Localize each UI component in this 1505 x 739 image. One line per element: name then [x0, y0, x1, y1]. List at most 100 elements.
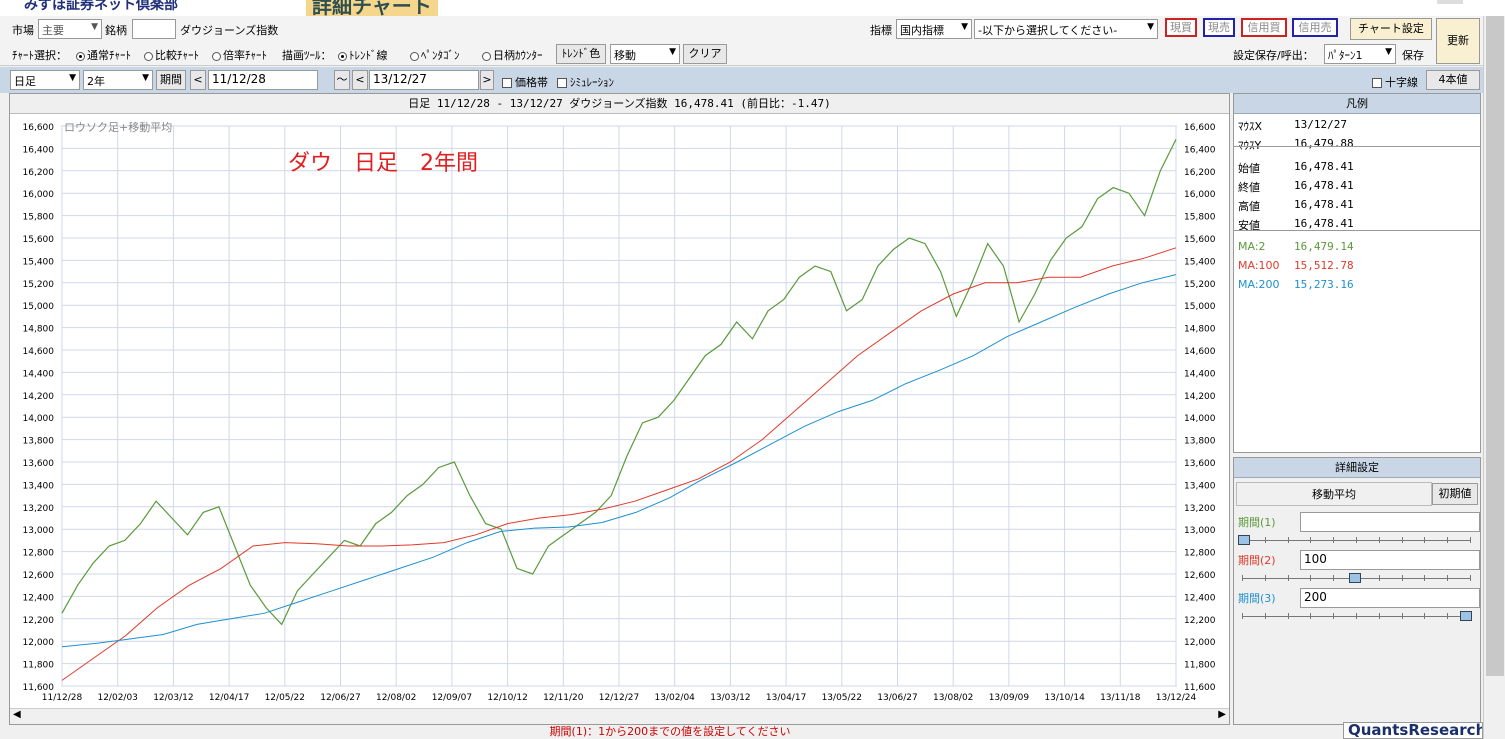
interval-select[interactable]: 日足 ▼ — [10, 70, 80, 90]
y-tick-label-right: 15,000 — [1184, 302, 1216, 312]
x-tick-label: 12/03/12 — [153, 693, 193, 703]
spot-buy-button[interactable]: 現買 — [1165, 18, 1197, 37]
trend-color-button[interactable]: ﾄﾚﾝﾄﾞ色 — [556, 44, 606, 64]
slider-tick — [1401, 575, 1403, 581]
y-tick-label: 16,600 — [23, 123, 55, 133]
chart-type-ratio[interactable]: 倍率ﾁｬｰﾄ — [212, 47, 267, 63]
refresh-button[interactable]: 更新 — [1436, 18, 1480, 64]
slider-tick — [1287, 613, 1289, 619]
slider-thumb[interactable] — [1460, 611, 1472, 621]
slider-tick — [1264, 575, 1266, 581]
settings-panel: 詳細設定 移動平均 初期値 期間(1) 期間(2) 100 期間(3) 200 — [1233, 457, 1481, 725]
y-tick-label: 15,400 — [23, 257, 55, 267]
period-input[interactable] — [1300, 512, 1480, 532]
legend-ma-value: 15,512.78 — [1294, 259, 1354, 272]
clear-button[interactable]: クリア — [683, 44, 727, 64]
scroll-right-icon[interactable]: ▶ — [1218, 709, 1226, 720]
period-input[interactable]: 100 — [1300, 550, 1480, 570]
slider-tick — [1333, 537, 1335, 543]
move-select[interactable]: 移動 ▼ — [610, 44, 680, 64]
slider-thumb[interactable] — [1238, 535, 1250, 545]
settings-title: 詳細設定 — [1234, 458, 1480, 478]
chart-select-label: ﾁｬｰﾄ選択： — [12, 49, 67, 62]
y-tick-label: 15,800 — [23, 213, 55, 223]
y-tick-label-right: 12,000 — [1184, 638, 1216, 648]
brand-logo: みずほ証券ネット倶楽部 — [24, 0, 178, 13]
x-tick-label: 12/05/22 — [265, 693, 305, 703]
y-tick-label-right: 14,800 — [1184, 325, 1216, 335]
chart-canvas[interactable]: 16,600 16,400 16,200 16,000 15,800 15,600 15,4… — [10, 114, 1229, 708]
margin-buy-button[interactable]: 信用買 — [1241, 18, 1287, 37]
radio-icon — [212, 51, 221, 61]
indicator-label: 指標 — [870, 24, 892, 37]
legend-row-value: 16,478.41 — [1294, 160, 1354, 173]
ma-tab[interactable]: 移動平均 — [1236, 482, 1432, 506]
vertical-scrollbar[interactable] — [1483, 16, 1505, 739]
slider-tick — [1356, 537, 1357, 543]
chart-type-normal[interactable]: 通常ﾁｬｰﾄ — [76, 47, 131, 63]
reset-button[interactable]: 初期値 — [1432, 483, 1478, 505]
end-date-input[interactable]: 13/12/27 — [369, 70, 479, 90]
horizontal-scrollbar[interactable]: ◀ ▶ — [10, 708, 1229, 724]
draw-tool-counter[interactable]: 日柄ｶｳﾝﾀｰ — [482, 47, 543, 63]
chart-grid — [61, 125, 1177, 687]
legend-row-value: 16,478.41 — [1294, 179, 1354, 192]
chart-settings-button[interactable]: チャート設定 — [1350, 18, 1432, 40]
end-next-button[interactable]: > — [480, 70, 494, 90]
radio-icon — [144, 51, 153, 61]
y-tick-label-right: 14,000 — [1184, 414, 1216, 424]
checkbox-icon — [502, 78, 512, 88]
legend-ma-value: 15,273.16 — [1294, 278, 1354, 291]
crosshair-checkbox[interactable]: 十字線 — [1372, 74, 1418, 90]
slider-tick — [1470, 537, 1471, 543]
y-tick-label-right: 13,200 — [1184, 504, 1216, 514]
save-button[interactable]: 保存 — [1402, 47, 1424, 63]
spot-sell-button[interactable]: 現売 — [1203, 18, 1235, 37]
radio-icon — [482, 51, 491, 61]
y-tick-label-right: 12,400 — [1184, 593, 1216, 603]
y-tick-label-right: 13,600 — [1184, 459, 1216, 469]
period-input[interactable]: 200 — [1300, 588, 1480, 608]
draw-tool-pentagon[interactable]: ﾍﾟﾝﾀｺﾞﾝ — [410, 47, 460, 63]
y-tick-label: 12,400 — [23, 593, 55, 603]
period-label: 期間(1) — [1238, 516, 1276, 529]
y-tick-label: 13,800 — [23, 437, 55, 447]
pattern-select[interactable]: ﾊﾟﾀｰﾝ1 ▼ — [1324, 44, 1396, 64]
start-date-input[interactable]: 11/12/28 — [208, 70, 318, 90]
slider-tick — [1447, 575, 1449, 581]
y-tick-label: 15,000 — [23, 302, 55, 312]
market-select[interactable]: 主要 ▼ — [38, 19, 102, 39]
chart-header: 日足 11/12/28 - 13/12/27 ダウジョーンズ指数 16,478.… — [10, 94, 1229, 114]
price-band-checkbox[interactable]: 価格帯 — [502, 74, 548, 90]
end-prev-button[interactable]: < — [352, 70, 368, 90]
simulation-checkbox[interactable]: ｼﾐｭﾚｰｼｮﾝ — [557, 74, 614, 90]
slider-thumb[interactable] — [1349, 573, 1361, 583]
indicator-option-select[interactable]: -以下から選択してください- ▼ — [974, 19, 1158, 39]
legend-row-label: 始値 — [1238, 162, 1260, 175]
chart-type-compare[interactable]: 比較ﾁｬｰﾄ — [144, 47, 199, 63]
four-values-button[interactable]: 4本値 — [1426, 70, 1480, 90]
y-tick-label: 13,200 — [23, 504, 55, 514]
range-select[interactable]: 2年 ▼ — [83, 70, 153, 90]
chevron-down-icon: ▼ — [69, 73, 76, 83]
legend-panel: 凡例 ﾏｳｽX 13/12/27 ﾏｳｽY 16,479.88 始値 16,478.41 終… — [1233, 93, 1481, 453]
chart-panel: 日足 11/12/28 - 13/12/27 ダウジョーンズ指数 16,478.… — [9, 93, 1230, 725]
legend-row-label: ﾏｳｽY — [1238, 139, 1262, 152]
symbol-name: ダウジョーンズ指数 — [180, 24, 279, 37]
slider-tick — [1287, 575, 1289, 581]
indicator-select[interactable]: 国内指標 ▼ — [896, 19, 972, 39]
scroll-thumb[interactable] — [1486, 16, 1504, 676]
legend-row-label: 終値 — [1238, 181, 1260, 194]
top-right-box — [1437, 0, 1463, 4]
chart-annotation: ダウ 日足 2年間 — [288, 151, 478, 176]
draw-tool-trend[interactable]: ﾄﾚﾝﾄﾞ線 — [338, 47, 388, 63]
period-button[interactable]: 期間 — [156, 70, 186, 90]
legend-ma-label: MA:200 — [1238, 278, 1280, 291]
scroll-left-icon[interactable]: ◀ — [13, 709, 21, 720]
symbol-input[interactable] — [132, 19, 176, 39]
slider-tick — [1356, 613, 1357, 619]
legend-row-label: 高値 — [1238, 200, 1260, 213]
margin-sell-button[interactable]: 信用売 — [1292, 18, 1338, 37]
start-prev-button[interactable]: < — [190, 70, 206, 90]
y-tick-label-right: 12,200 — [1184, 616, 1216, 626]
